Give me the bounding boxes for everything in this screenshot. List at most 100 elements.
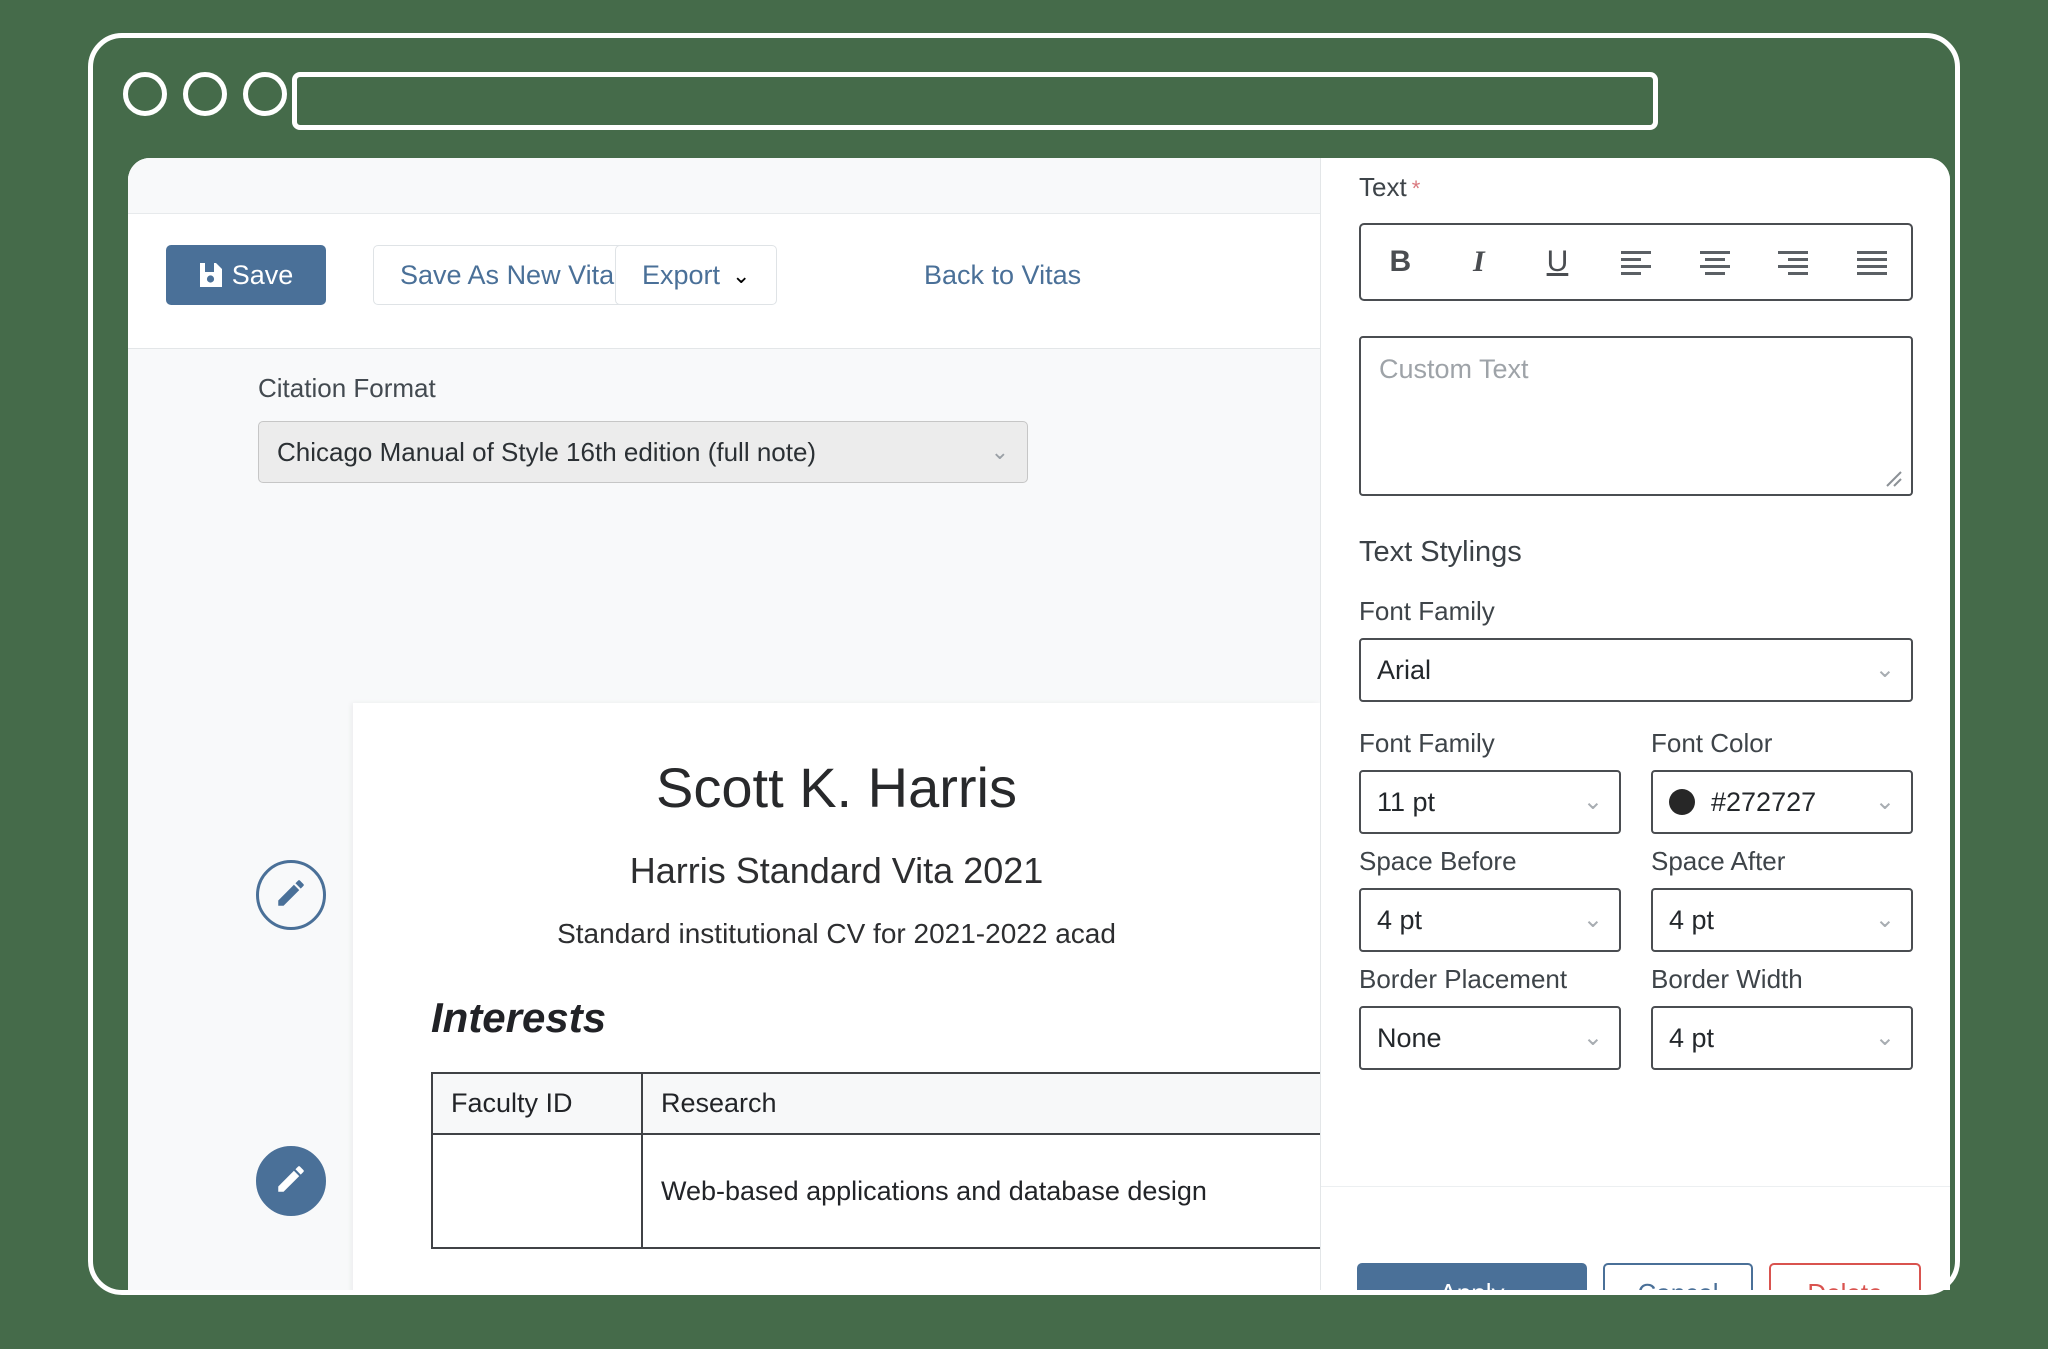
align-center-icon [1698,249,1732,275]
chevron-down-icon: ⌄ [1573,1026,1603,1050]
border-width-field: Border Width 4 pt ⌄ [1651,964,1913,1070]
edit-section-licensures-button[interactable] [256,1146,326,1216]
italic-icon: I [1473,245,1485,279]
chevron-down-icon: ⌄ [991,441,1009,463]
apply-button[interactable]: Apply [1357,1263,1587,1290]
cv-paper: Scott K. Harris Harris Standard Vita 202… [353,703,1320,1290]
pencil-icon [274,876,308,915]
chevron-down-icon: ⌄ [1865,1026,1895,1050]
align-left-button[interactable] [1597,225,1676,299]
border-placement-field: Border Placement None ⌄ [1359,964,1621,1070]
edit-section-interests-button[interactable] [256,860,326,930]
app-content-column: Save Save As New Vita Export ⌄ Back to V… [128,158,1320,1290]
space-after-select[interactable]: 4 pt ⌄ [1651,888,1913,952]
style-panel-footer: Apply Cancel Delete [1321,1186,1950,1290]
text-format-toolbar: B I U [1359,223,1913,301]
bold-button[interactable]: B [1361,225,1440,299]
space-before-select[interactable]: 4 pt ⌄ [1359,888,1621,952]
space-after-value: 4 pt [1669,905,1714,936]
column-header-research: Research [642,1073,1320,1134]
chevron-down-icon: ⌄ [1865,790,1895,814]
window-minimize-icon[interactable] [183,72,227,116]
back-to-vitas-label: Back to Vitas [924,260,1081,291]
space-after-field: Space After 4 pt ⌄ [1651,846,1913,952]
border-width-select[interactable]: 4 pt ⌄ [1651,1006,1913,1070]
address-bar[interactable] [292,72,1658,130]
align-center-button[interactable] [1675,225,1754,299]
save-as-new-vita-label: Save As New Vita [400,260,614,291]
cancel-button[interactable]: Cancel [1603,1263,1753,1290]
font-size-field: Font Family 11 pt ⌄ [1359,728,1621,834]
font-family-value: Arial [1377,655,1431,686]
font-color-value: #272727 [1711,787,1816,818]
column-header-faculty-id: Faculty ID [432,1073,642,1134]
align-right-icon [1776,249,1810,275]
chevron-down-icon: ⌄ [1573,908,1603,932]
save-button[interactable]: Save [166,245,326,305]
align-right-button[interactable] [1754,225,1833,299]
underline-button[interactable]: U [1518,225,1597,299]
table-row: Web-based applications and database desi… [432,1134,1320,1248]
font-size-label: Font Family [1359,728,1621,759]
italic-button[interactable]: I [1440,225,1519,299]
window-controls [123,72,287,116]
delete-button-label: Delete [1807,1278,1882,1291]
border-placement-select[interactable]: None ⌄ [1359,1006,1621,1070]
cv-body: Interests Faculty ID Research [353,994,1320,1290]
interests-table: Faculty ID Research Web-based applicatio… [431,1072,1320,1249]
font-family-label: Font Family [1359,596,1913,627]
align-left-icon [1619,249,1653,275]
chevron-down-icon: ⌄ [1865,658,1895,682]
export-button-label: Export [642,260,720,291]
text-label: Text [1359,172,1407,202]
window-maximize-icon[interactable] [243,72,287,116]
cv-owner-name: Scott K. Harris [353,755,1320,820]
space-before-value: 4 pt [1377,905,1422,936]
screenshot-root: Save Save As New Vita Export ⌄ Back to V… [0,0,2048,1349]
space-before-label: Space Before [1359,846,1621,877]
chevron-down-icon: ⌄ [1573,790,1603,814]
page-viewport: Save Save As New Vita Export ⌄ Back to V… [128,158,1950,1290]
text-styling-panel: Text* B I U [1320,158,1950,1290]
chevron-down-icon: ⌄ [1865,908,1895,932]
citation-format-block: Citation Format Chicago Manual of Style … [128,349,1320,542]
floppy-disk-icon [199,262,223,288]
font-color-field: Font Color #272727 ⌄ [1651,728,1913,834]
pencil-icon [274,1162,308,1201]
citation-format-label: Citation Format [258,373,436,404]
custom-text-input[interactable] [1359,336,1913,496]
underline-icon: U [1547,245,1569,279]
border-placement-label: Border Placement [1359,964,1621,995]
section-heading-interests: Interests [431,994,1320,1042]
align-justify-button[interactable] [1832,225,1911,299]
cancel-button-label: Cancel [1638,1278,1719,1291]
align-justify-icon [1855,249,1889,275]
back-to-vitas-link[interactable]: Back to Vitas [924,245,1081,305]
table-header-row: Faculty ID Research [432,1073,1320,1134]
border-width-value: 4 pt [1669,1023,1714,1054]
citation-format-select[interactable]: Chicago Manual of Style 16th edition (fu… [258,421,1028,483]
space-after-label: Space After [1651,846,1913,877]
font-size-value: 11 pt [1377,787,1435,818]
font-family-field: Font Family Arial ⌄ [1359,596,1913,702]
delete-button[interactable]: Delete [1769,1263,1921,1290]
border-width-label: Border Width [1651,964,1913,995]
app-top-strip [128,158,1320,214]
save-as-new-vita-button[interactable]: Save As New Vita [373,245,641,305]
text-stylings-title: Text Stylings [1359,536,1522,569]
cv-description: Standard institutional CV for 2021-2022 … [353,918,1320,950]
font-color-select[interactable]: #272727 ⌄ [1651,770,1913,834]
font-size-select[interactable]: 11 pt ⌄ [1359,770,1621,834]
citation-format-value: Chicago Manual of Style 16th edition (fu… [277,437,816,468]
required-marker: * [1412,176,1421,201]
window-close-icon[interactable] [123,72,167,116]
cell-faculty-id [432,1134,642,1248]
save-button-label: Save [232,260,294,291]
document-preview-canvas: Scott K. Harris Harris Standard Vita 202… [128,542,1320,1290]
cell-research: Web-based applications and database desi… [642,1134,1320,1248]
text-field-label: Text* [1359,172,1420,203]
font-family-select[interactable]: Arial ⌄ [1359,638,1913,702]
border-placement-value: None [1377,1023,1442,1054]
export-button[interactable]: Export ⌄ [615,245,777,305]
color-swatch-icon [1669,789,1695,815]
